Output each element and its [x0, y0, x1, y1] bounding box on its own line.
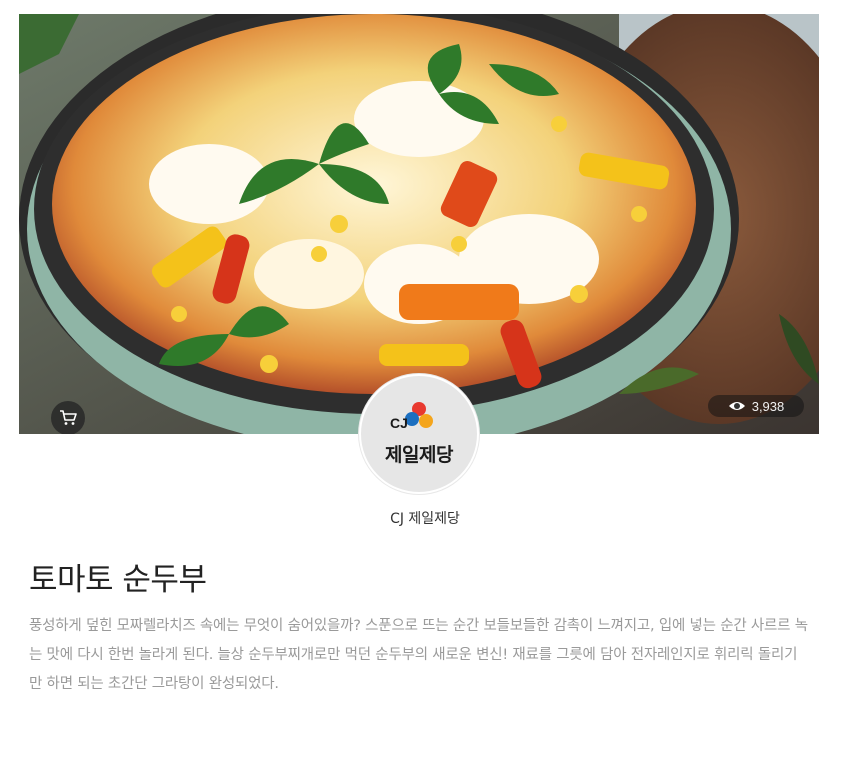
cart-button[interactable] [51, 401, 85, 434]
view-count: 3,938 [751, 398, 785, 414]
recipe-title: 토마토 순두부 [29, 562, 207, 598]
dish-photo [19, 14, 819, 434]
brand-name[interactable]: CJ 제일제당 [0, 508, 850, 528]
eye-icon [728, 402, 745, 410]
cart-icon [60, 410, 77, 425]
recipe-hero-image: 3,938 [19, 14, 819, 434]
logo-mark-text: CJ [390, 414, 408, 431]
recipe-description: 풍성하게 덮힌 모짜렐라치즈 속에는 무엇이 숨어있을까? 스푼으로 뜨는 순간… [29, 618, 808, 692]
recipe-page: 3,938 CJ 제일제당 CJ 제일제당 토마토 순두부 풍성하게 덮힌 모짜… [0, 0, 850, 773]
brand-logo[interactable]: CJ 제일제당 [359, 374, 479, 494]
cj-logo-mark: CJ [390, 398, 444, 438]
logo-name: 제일제당 [385, 443, 453, 466]
view-count-badge: 3,938 [708, 395, 804, 417]
